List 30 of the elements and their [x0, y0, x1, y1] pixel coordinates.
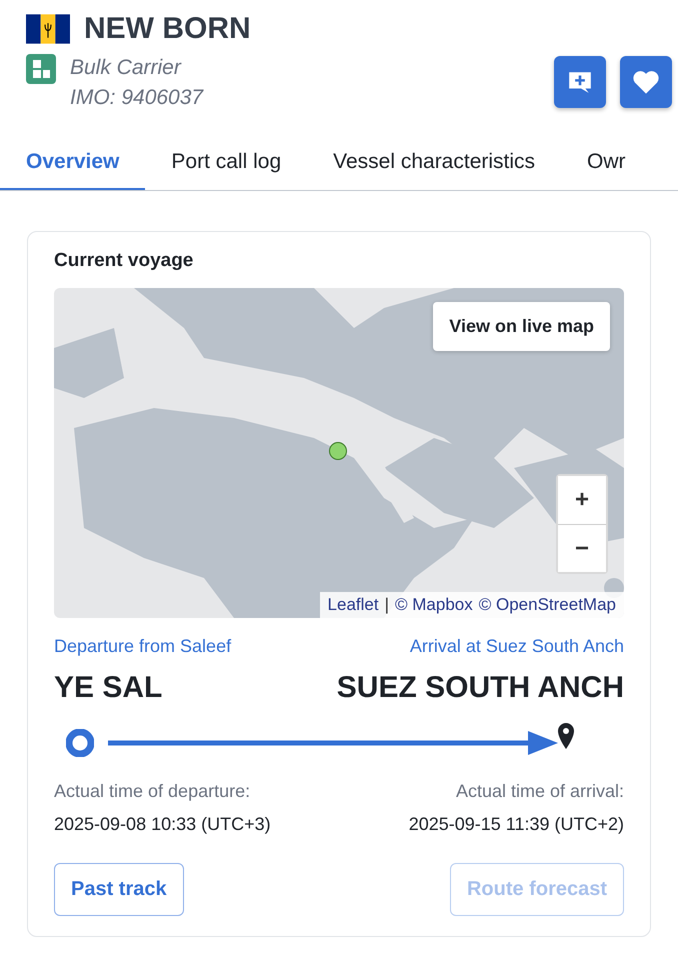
- ship-type-icon: [26, 54, 56, 84]
- attribution-link[interactable]: Leaflet: [328, 595, 379, 615]
- past-track-button[interactable]: Past track: [54, 863, 184, 916]
- origin-icon: [66, 729, 94, 757]
- separator: |: [384, 595, 389, 615]
- heart-icon: [632, 69, 660, 95]
- arrival-port: SUEZ SOUTH ANCH: [336, 671, 624, 705]
- departure-time-label: Actual time of departure:: [54, 781, 250, 802]
- tab[interactable]: Overview: [0, 138, 146, 190]
- imo-number: IMO: 9406037: [70, 85, 204, 111]
- vessel-name: NEW BORN: [84, 12, 251, 46]
- arrival-time-label: Actual time of arrival:: [456, 781, 624, 802]
- tab[interactable]: Owr: [561, 138, 652, 190]
- zoom-out-button[interactable]: −: [558, 524, 606, 572]
- departure-port: YE SAL: [54, 671, 162, 705]
- departure-time: 2025-09-08 10:33 (UTC+3): [54, 814, 271, 835]
- arrival-time: 2025-09-15 11:39 (UTC+2): [408, 814, 624, 835]
- arrival-caption: Arrival at Suez South Anch: [410, 636, 624, 657]
- live-map-button[interactable]: View on live map: [433, 302, 610, 351]
- attribution-link[interactable]: © Mapbox: [395, 595, 473, 615]
- attribution-link[interactable]: © OpenStreetMap: [478, 595, 616, 615]
- pin-icon: [556, 722, 576, 750]
- flag-icon: [26, 14, 70, 44]
- tab[interactable]: Vessel characteristics: [307, 138, 562, 190]
- tab[interactable]: Port call log: [145, 138, 308, 190]
- vessel-type: Bulk Carrier: [70, 55, 182, 81]
- add-note-button[interactable]: [554, 56, 606, 108]
- card-title: Current voyage: [54, 250, 194, 272]
- departure-caption: Departure from Saleef: [54, 636, 232, 657]
- favorite-button[interactable]: [620, 56, 672, 108]
